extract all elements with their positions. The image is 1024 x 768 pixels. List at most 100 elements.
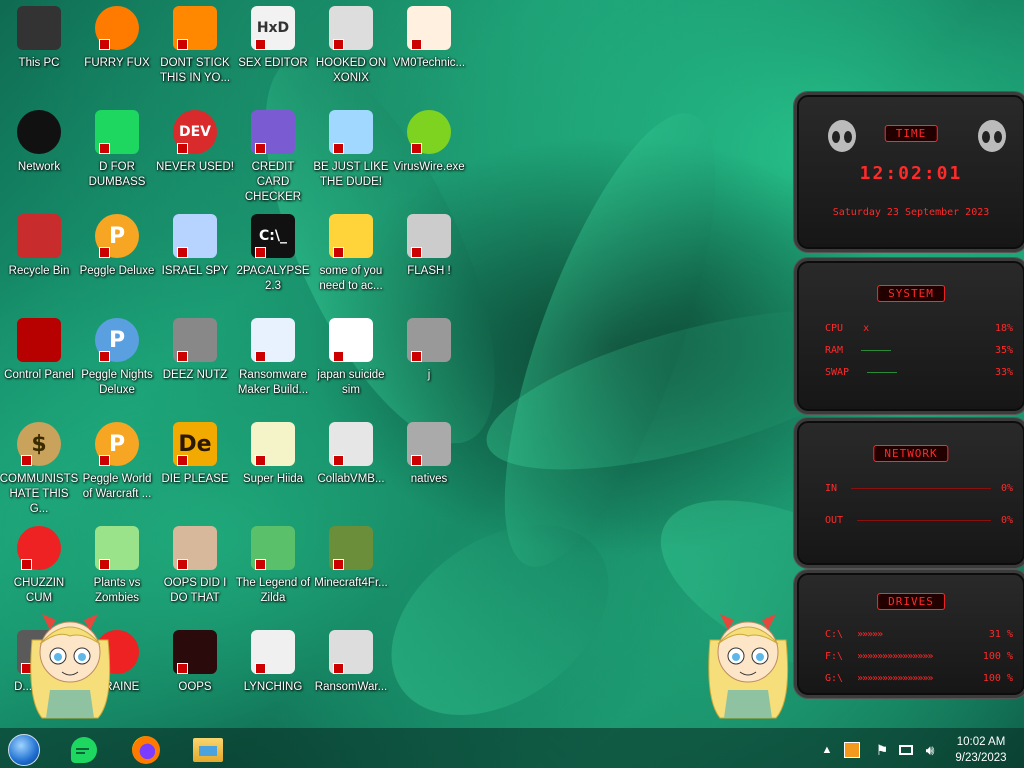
time-widget-title: TIME <box>884 125 938 142</box>
desktop-icon[interactable]: De DIE PLEASE <box>156 422 234 487</box>
firefox-icon[interactable] <box>130 734 162 766</box>
plant-icon <box>95 526 139 570</box>
desktop-icon[interactable]: Recycle Bin <box>0 214 78 279</box>
desktop-icon-label: OOPS <box>178 681 212 693</box>
desktop-icon-label: Minecraft4Fr... <box>314 577 388 589</box>
desktop-icon[interactable]: j <box>390 318 468 383</box>
natives-icon <box>407 422 451 466</box>
desktop-icon[interactable]: DONT STICK THIS IN YO... <box>156 6 234 86</box>
flag-icon[interactable]: ⚑ <box>872 734 892 766</box>
desktop-icon[interactable]: Ransomware Maker Build... <box>234 318 312 398</box>
desktop-icon[interactable]: $ COMMUNISTS HATE THIS G... <box>0 422 78 517</box>
date-display: Saturday 23 September 2023 <box>832 207 990 218</box>
credit-card-icon <box>251 110 295 154</box>
desktop-icon-label: DEEZ NUTZ <box>162 369 228 381</box>
volume-icon[interactable]: 🔊︎ <box>920 734 940 766</box>
taskbar-date: 9/23/2023 <box>955 752 1007 764</box>
desktop-icon[interactable]: HOOKED ON XONIX <box>312 6 390 86</box>
shortcut-arrow-icon <box>333 455 344 466</box>
network-icon[interactable] <box>896 734 916 766</box>
drive-g-value: 100 % <box>982 673 1013 684</box>
desktop-icon[interactable]: natives <box>390 422 468 487</box>
icon-glyph-text: C:\_ <box>259 228 287 244</box>
desktop-icon[interactable]: FURRY FUX <box>78 6 156 71</box>
taskbar-clock[interactable]: 10:02 AM 9/23/2023 <box>944 734 1018 766</box>
desktop-icon[interactable]: CHUZZIN CUM <box>0 526 78 606</box>
monitor-icon <box>17 6 61 50</box>
desktop-icon[interactable]: P Peggle World of Warcraft ... <box>78 422 156 502</box>
network-in-row: IN 0% <box>825 483 1013 494</box>
desktop-icon[interactable]: CREDIT CARD CHECKER <box>234 110 312 205</box>
recycle-bin-icon <box>17 214 61 258</box>
desktop-icon[interactable]: Minecraft4Fr... <box>312 526 390 591</box>
shortcut-arrow-icon <box>177 143 188 154</box>
desktop-icon[interactable]: D FOR DUMBASS <box>78 110 156 190</box>
desktop-icon-label: j <box>427 369 431 381</box>
clock-display: 12:02:01 <box>859 163 963 184</box>
hxd-icon: HxD <box>251 6 295 50</box>
desktop-icon[interactable]: VM0Technic... <box>390 6 468 71</box>
oops-icon <box>173 630 217 674</box>
desktop-icon[interactable]: ISRAEL SPY <box>156 214 234 279</box>
j-icon <box>407 318 451 362</box>
system-widget-title: SYSTEM <box>877 285 945 302</box>
desktop-icon[interactable]: VirusWire.exe <box>390 110 468 175</box>
desktop-icon[interactable]: Network <box>0 110 78 175</box>
desktop-icon[interactable]: Super Hiida <box>234 422 312 487</box>
icon-glyph-text: HxD <box>256 20 290 36</box>
desktop-icon[interactable]: Plants vs Zombies <box>78 526 156 606</box>
desktop-icon-label: NEVER USED! <box>156 161 234 173</box>
desktop-icon-label: CollabVMB... <box>317 473 385 485</box>
desktop-icon[interactable]: RansomWar... <box>312 630 390 695</box>
desktop-icon[interactable]: FLASH ! <box>390 214 468 279</box>
chat-icon[interactable] <box>68 734 100 766</box>
desktop-icon[interactable]: DEV NEVER USED! <box>156 110 234 175</box>
shortcut-arrow-icon <box>411 455 422 466</box>
start-orb-icon[interactable] <box>8 734 40 766</box>
shortcut-arrow-icon <box>333 351 344 362</box>
zelda-icon <box>251 526 295 570</box>
wallpaper-leaf <box>462 90 758 590</box>
file-explorer-icon[interactable] <box>192 734 224 766</box>
desktop-icon[interactable]: P Peggle Nights Deluxe <box>78 318 156 398</box>
flash-icon <box>407 214 451 258</box>
chuzzle-icon <box>17 526 61 570</box>
shortcut-arrow-icon <box>255 559 266 570</box>
icon-glyph-text: De <box>178 431 212 457</box>
desktop-icon[interactable]: OOPS <box>156 630 234 695</box>
swap-graph <box>867 372 898 373</box>
shortcut-arrow-icon <box>333 663 344 674</box>
vlc-cone-icon <box>173 6 217 50</box>
desktop-icon[interactable]: C:\_ 2PACALYPSE 2.3 <box>234 214 312 294</box>
shortcut-arrow-icon <box>177 559 188 570</box>
desktop-icon[interactable]: The Legend of Zilda <box>234 526 312 606</box>
desktop-icon-label: CREDIT CARD CHECKER <box>244 161 302 203</box>
shortcut-arrow-icon <box>333 143 344 154</box>
firefox-icon <box>95 6 139 50</box>
lynch-icon <box>251 630 295 674</box>
desktop-icon[interactable]: This PC <box>0 6 78 71</box>
taskbar-time: 10:02 AM <box>956 736 1006 748</box>
desktop-icon[interactable]: HxD SEX EDITOR <box>234 6 312 71</box>
drive-c-value: 31 % <box>988 629 1013 640</box>
desktop-icon[interactable]: some of you need to ac... <box>312 214 390 294</box>
shortcut-arrow-icon <box>411 143 422 154</box>
desktop-icon[interactable]: CollabVMB... <box>312 422 390 487</box>
chevron-up-icon[interactable]: ▲ <box>818 734 836 766</box>
drive-g-label: G:\ <box>825 673 844 684</box>
desktop-icon[interactable]: OOPS DID I DO THAT <box>156 526 234 606</box>
desktop-icon[interactable]: BE JUST LIKE THE DUDE! <box>312 110 390 190</box>
icon-glyph-text: $ <box>31 431 47 457</box>
app-tray-icon[interactable] <box>842 734 862 766</box>
desktop-icon[interactable]: Control Panel <box>0 318 78 383</box>
desktop-icon[interactable]: LYNCHING <box>234 630 312 695</box>
desktop-icon-label: Peggle Nights Deluxe <box>81 369 153 396</box>
swap-label: SWAP <box>825 367 850 378</box>
desktop-icon[interactable]: P Peggle Deluxe <box>78 214 156 279</box>
shortcut-arrow-icon <box>99 39 110 50</box>
desktop-icon[interactable]: DEEZ NUTZ <box>156 318 234 383</box>
desktop-icon[interactable]: japan suicide sim <box>312 318 390 398</box>
shortcut-arrow-icon <box>99 351 110 362</box>
shortcut-arrow-icon <box>177 39 188 50</box>
alien-icon <box>17 110 61 154</box>
